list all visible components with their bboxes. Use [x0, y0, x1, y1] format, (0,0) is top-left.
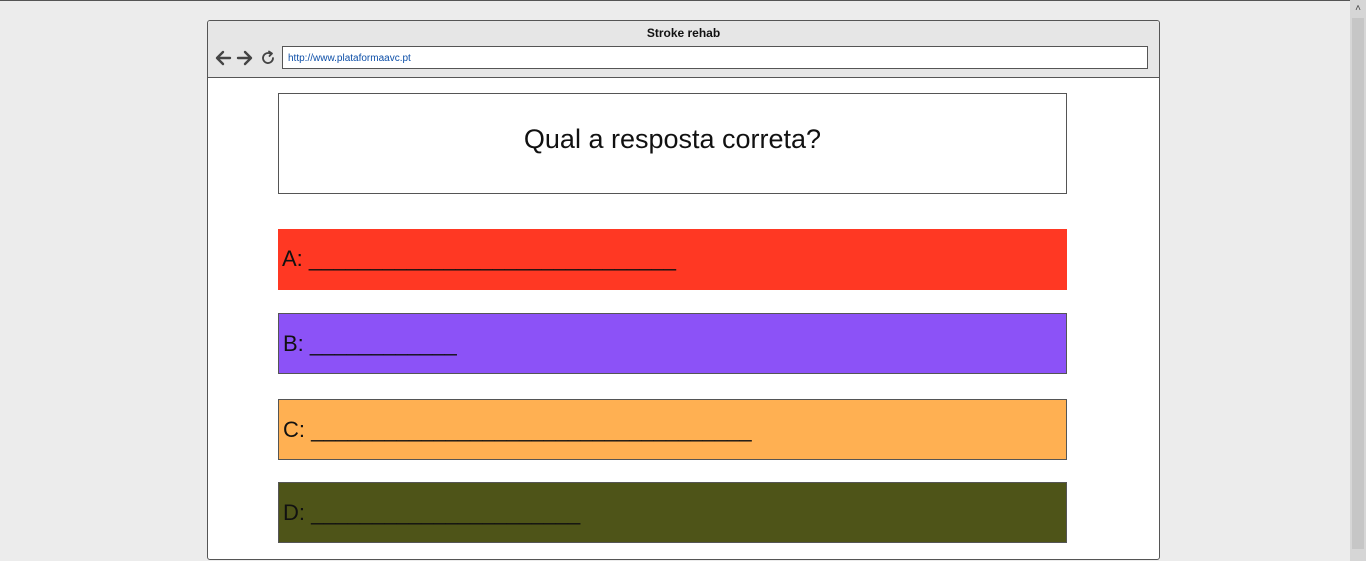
answer-a-label: A: ______________________________: [282, 246, 676, 271]
browser-header: Stroke rehab http://www.plataformaavc.pt: [208, 21, 1159, 78]
answer-d-button[interactable]: D: ______________________: [278, 482, 1067, 543]
question-box: Qual a resposta correta?: [278, 93, 1067, 194]
scrollbar-thumb[interactable]: [1352, 18, 1364, 549]
page-scrollbar[interactable]: ˄: [1350, 0, 1366, 561]
top-border-line: [0, 0, 1350, 1]
window-title: Stroke rehab: [646, 26, 721, 40]
scroll-up-icon[interactable]: ˄: [1350, 4, 1366, 14]
answer-c-button[interactable]: C: ____________________________________: [278, 399, 1067, 460]
arrow-right-icon[interactable]: [236, 49, 254, 67]
arrow-left-icon[interactable]: [214, 49, 232, 67]
address-bar[interactable]: http://www.plataformaavc.pt: [282, 46, 1148, 69]
answer-a-button[interactable]: A: ______________________________: [278, 229, 1067, 290]
browser-window: Stroke rehab http://www.plataformaavc.pt…: [207, 20, 1160, 560]
answer-b-label: B: ____________: [283, 331, 457, 356]
address-url[interactable]: http://www.plataformaavc.pt: [288, 53, 411, 64]
answer-d-label: D: ______________________: [283, 500, 581, 525]
question-text: Qual a resposta correta?: [523, 124, 822, 154]
reload-icon[interactable]: [259, 49, 277, 67]
answer-b-button[interactable]: B: ____________: [278, 313, 1067, 374]
answer-c-label: C: ____________________________________: [283, 417, 752, 442]
